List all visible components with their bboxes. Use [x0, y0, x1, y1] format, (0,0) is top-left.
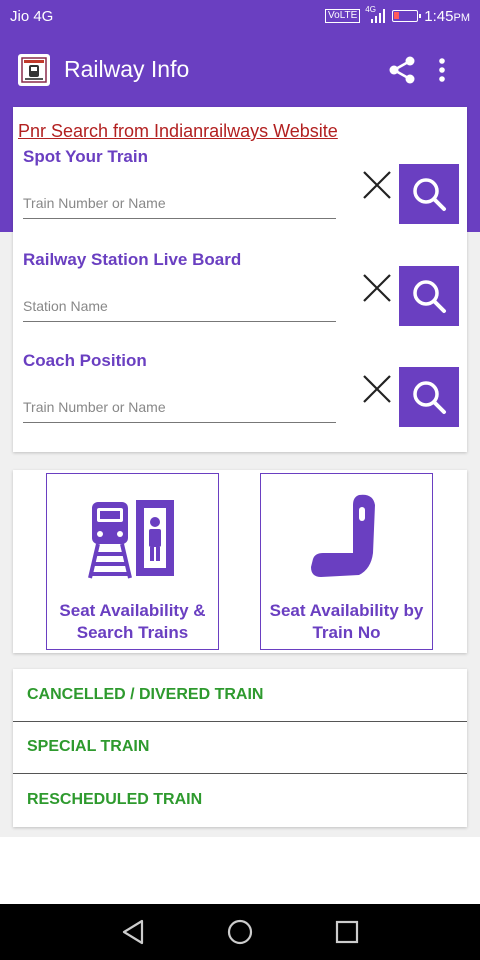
carrier-label: Jio 4G [10, 7, 54, 25]
close-icon [363, 375, 391, 403]
list-item-special[interactable]: SPECIAL TRAIN [13, 722, 467, 775]
footer-space [0, 837, 480, 904]
coach-input[interactable] [23, 389, 336, 415]
train-station-icon [87, 496, 178, 580]
tile-label: Seat Availability by Train No [269, 601, 424, 642]
share-button[interactable] [382, 50, 422, 90]
network-label: 4G [365, 5, 376, 14]
seat-availability-train-tile[interactable]: Seat Availability by Train No [260, 473, 433, 650]
station-field [23, 288, 336, 322]
search-card: Pnr Search from Indianrailways Website S… [13, 107, 467, 452]
spot-train-input[interactable] [23, 185, 336, 211]
clear-button[interactable] [359, 270, 395, 306]
recents-square-icon [335, 920, 358, 944]
back-triangle-icon [123, 919, 144, 945]
status-bar: Jio 4G VoLTE 4G 1:45PM [0, 0, 480, 32]
app-title: Railway Info [64, 56, 190, 82]
spot-train-field [23, 185, 336, 219]
search-icon [413, 178, 446, 211]
section-title: Railway Station Live Board [23, 250, 242, 269]
pnr-search-link[interactable]: Pnr Search from Indianrailways Website [18, 121, 338, 142]
close-icon [363, 274, 391, 302]
share-icon [389, 56, 415, 83]
system-nav-bar [0, 904, 480, 960]
recents-button[interactable] [325, 910, 369, 954]
spot-train-section: Spot Your Train [23, 147, 459, 227]
coach-position-section: Coach Position [23, 351, 459, 431]
home-circle-icon [227, 919, 253, 945]
search-button[interactable] [399, 266, 459, 326]
search-button[interactable] [399, 164, 459, 224]
search-button[interactable] [399, 367, 459, 427]
train-seat-icon [307, 494, 387, 580]
clock-ampm: PM [453, 11, 471, 24]
search-icon [413, 381, 446, 414]
clock-time: 1:45 [424, 7, 454, 25]
battery-icon [392, 10, 422, 22]
seat-availability-search-tile[interactable]: Seat Availability & Search Trains [46, 473, 219, 650]
list-item-cancelled[interactable]: CANCELLED / DIVERED TRAIN [13, 669, 467, 722]
list-item-rescheduled[interactable]: RESCHEDULED TRAIN [13, 774, 467, 827]
more-vert-icon [439, 57, 445, 82]
search-icon [413, 280, 446, 313]
clock: 1:45PM [424, 8, 470, 25]
back-button[interactable] [111, 910, 155, 954]
home-button[interactable] [218, 910, 262, 954]
tiles-card: Seat Availability & Search Trains Seat A… [13, 470, 467, 653]
clear-button[interactable] [359, 371, 395, 407]
status-icons: VoLTE 4G 1:45PM [325, 5, 470, 25]
volte-badge: VoLTE [325, 9, 361, 23]
section-title: Spot Your Train [23, 147, 148, 166]
clear-button[interactable] [359, 167, 395, 203]
train-status-list: CANCELLED / DIVERED TRAIN SPECIAL TRAIN … [13, 669, 467, 827]
signal-icon: 4G [365, 5, 386, 23]
app-bar: Railway Info [0, 32, 480, 107]
close-icon [363, 171, 391, 199]
station-board-section: Railway Station Live Board [23, 250, 459, 330]
railway-logo-icon [18, 53, 50, 86]
overflow-menu-button[interactable] [422, 50, 462, 90]
section-title: Coach Position [23, 351, 147, 370]
coach-field [23, 389, 336, 423]
station-input[interactable] [23, 288, 336, 314]
tile-label: Seat Availability & Search Trains [59, 601, 206, 642]
